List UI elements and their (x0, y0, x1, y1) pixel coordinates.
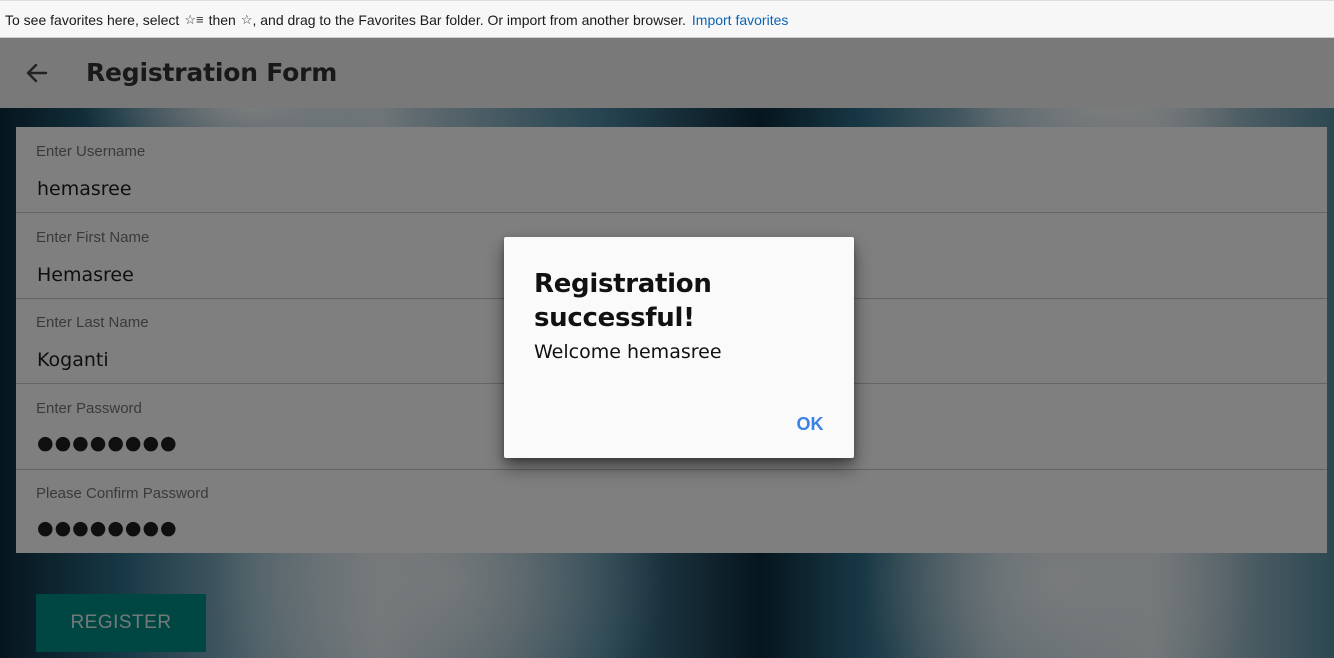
favorites-list-star-icon: ☆≡ (184, 11, 204, 27)
app-window: Registration Form Enter Username hemasre… (0, 38, 1334, 658)
favorites-hint-rest: , and drag to the Favorites Bar folder. … (252, 11, 686, 28)
ok-button[interactable]: OK (788, 409, 832, 439)
favorites-hint-text: To see favorites here, select (5, 11, 180, 28)
favorites-hint-then: then (208, 11, 236, 28)
import-favorites-link[interactable]: Import favorites (692, 12, 788, 28)
dialog-message: Welcome hemasree (534, 341, 722, 363)
success-dialog: Registration successful! Welcome hemasre… (504, 237, 854, 458)
star-icon: ☆ (240, 11, 253, 27)
favorites-bar: To see favorites here, select ☆≡ then ☆ … (0, 0, 1334, 38)
dialog-title: Registration successful! (534, 269, 712, 333)
